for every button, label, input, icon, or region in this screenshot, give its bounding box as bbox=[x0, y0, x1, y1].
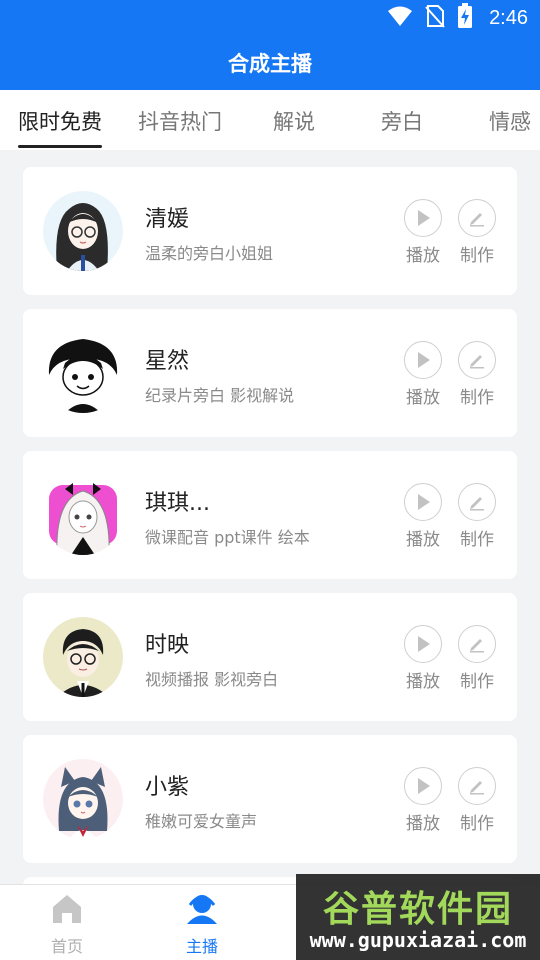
play-icon bbox=[404, 483, 442, 521]
make-label: 制作 bbox=[460, 814, 494, 834]
make-label: 制作 bbox=[460, 672, 494, 692]
play-button[interactable]: 播放 bbox=[403, 625, 443, 692]
wifi-icon bbox=[387, 5, 413, 31]
tab-commentary[interactable]: 解说 bbox=[273, 106, 315, 136]
anchor-name: 小紫 bbox=[145, 775, 190, 800]
make-button[interactable]: 制作 bbox=[457, 625, 497, 692]
make-button[interactable]: 制作 bbox=[457, 341, 497, 408]
nav-anchor-label: 主播 bbox=[185, 937, 218, 956]
anchor-name: 星然 bbox=[145, 349, 190, 374]
anchor-name: 清媛 bbox=[145, 207, 190, 232]
nav-anchor[interactable]: 主播 bbox=[162, 893, 242, 957]
girl-with-glasses-avatar bbox=[43, 191, 123, 271]
make-label: 制作 bbox=[460, 530, 494, 550]
edit-icon bbox=[458, 483, 496, 521]
play-label: 播放 bbox=[406, 814, 440, 834]
play-button[interactable]: 播放 bbox=[403, 341, 443, 408]
play-button[interactable]: 播放 bbox=[403, 483, 443, 550]
anchor-card[interactable]: 清媛 温柔的旁白小姐姐 播放 制作 bbox=[23, 167, 517, 295]
anchor-name: 琪琪... bbox=[145, 491, 210, 516]
play-icon bbox=[404, 767, 442, 805]
status-icons: 2:46 bbox=[387, 3, 528, 33]
edit-icon bbox=[458, 625, 496, 663]
watermark-title: 谷普软件园 bbox=[322, 889, 513, 930]
anchor-user-icon bbox=[184, 893, 220, 929]
make-button[interactable]: 制作 bbox=[457, 483, 497, 550]
anchor-description: 纪录片旁白 影视解说 bbox=[145, 386, 295, 405]
edit-icon bbox=[458, 199, 496, 237]
anchor-description: 视频播报 影视旁白 bbox=[145, 670, 279, 689]
page-title: 合成主播 bbox=[228, 52, 312, 76]
anchor-description: 稚嫩可爱女童声 bbox=[145, 812, 258, 831]
no-sim-icon bbox=[425, 4, 445, 32]
girl-pink-bow-avatar bbox=[43, 475, 123, 555]
play-icon bbox=[404, 199, 442, 237]
play-icon bbox=[404, 341, 442, 379]
tab-indicator bbox=[18, 145, 102, 148]
edit-icon bbox=[458, 341, 496, 379]
make-label: 制作 bbox=[460, 388, 494, 408]
play-button[interactable]: 播放 bbox=[403, 767, 443, 834]
tab-narration[interactable]: 旁白 bbox=[381, 106, 423, 136]
play-label: 播放 bbox=[406, 672, 440, 692]
play-label: 播放 bbox=[406, 530, 440, 550]
boy-black-hair-avatar bbox=[43, 333, 123, 413]
play-label: 播放 bbox=[406, 388, 440, 408]
anchor-card[interactable]: 琪琪... 微课配音 ppt课件 绘本 播放 制作 bbox=[23, 451, 517, 579]
anchor-name: 时映 bbox=[145, 633, 190, 658]
home-icon bbox=[50, 893, 84, 929]
anchor-card[interactable]: 星然 纪录片旁白 影视解说 播放 制作 bbox=[23, 309, 517, 437]
tab-douyin-hot[interactable]: 抖音热门 bbox=[138, 106, 222, 136]
tab-free[interactable]: 限时免费 bbox=[18, 106, 102, 136]
battery-charging-icon bbox=[457, 3, 473, 33]
make-label: 制作 bbox=[460, 246, 494, 266]
play-label: 播放 bbox=[406, 246, 440, 266]
app-bar: 合成主播 bbox=[0, 36, 540, 90]
cat-ear-girl-avatar bbox=[43, 759, 123, 839]
status-time: 2:46 bbox=[489, 6, 528, 29]
edit-icon bbox=[458, 767, 496, 805]
anchor-card[interactable]: 时映 视频播报 影视旁白 播放 制作 bbox=[23, 593, 517, 721]
status-bar: 2:46 bbox=[0, 0, 540, 36]
category-tabs: 限时免费 抖音热门 解说 旁白 情感 bbox=[0, 90, 540, 150]
nav-home[interactable]: 首页 bbox=[27, 893, 107, 957]
make-button[interactable]: 制作 bbox=[457, 767, 497, 834]
tab-emotion[interactable]: 情感 bbox=[489, 106, 531, 136]
anchor-description: 微课配音 ppt课件 绘本 bbox=[145, 528, 310, 547]
make-button[interactable]: 制作 bbox=[457, 199, 497, 266]
man-glasses-suit-avatar bbox=[43, 617, 123, 697]
anchor-card[interactable]: 小紫 稚嫩可爱女童声 播放 制作 bbox=[23, 735, 517, 863]
anchor-description: 温柔的旁白小姐姐 bbox=[145, 244, 274, 263]
play-icon bbox=[404, 625, 442, 663]
play-button[interactable]: 播放 bbox=[403, 199, 443, 266]
site-watermark: 谷普软件园 www.gupuxiazai.com bbox=[296, 874, 540, 960]
watermark-url: www.gupuxiazai.com bbox=[309, 928, 527, 952]
nav-home-label: 首页 bbox=[50, 937, 83, 956]
